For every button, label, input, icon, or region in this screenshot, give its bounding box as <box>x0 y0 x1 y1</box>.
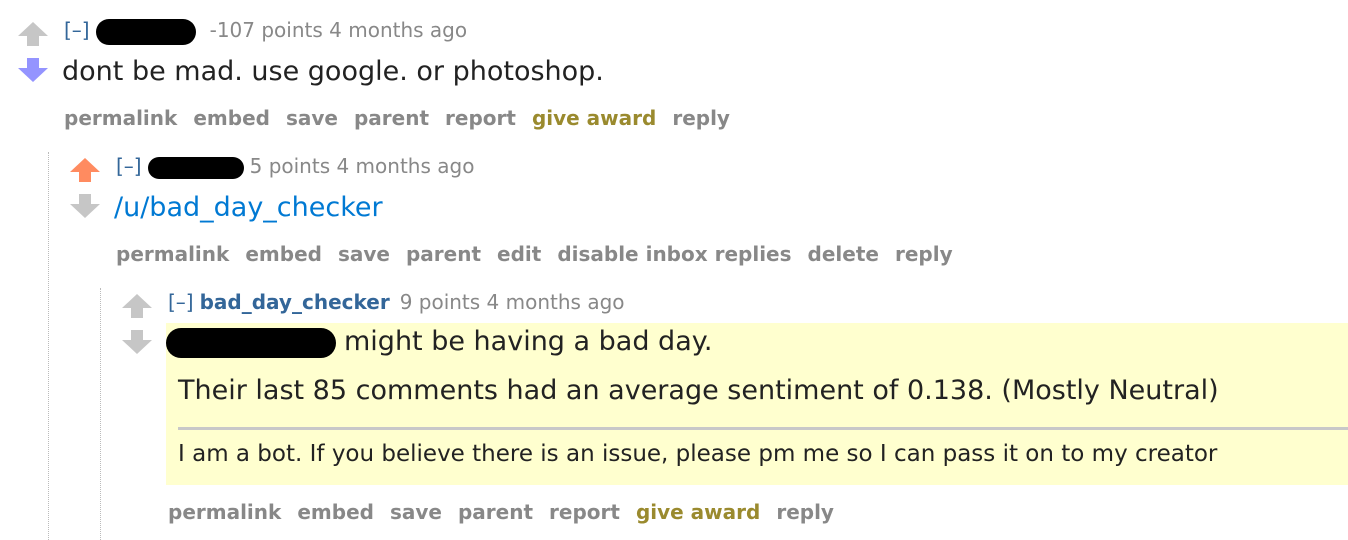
upvote-arrow-icon[interactable] <box>16 20 50 48</box>
parent-button[interactable]: parent <box>458 500 533 524</box>
upvote-arrow-icon[interactable] <box>120 292 154 320</box>
report-button[interactable]: report <box>549 500 620 524</box>
upvote-arrow-icon[interactable] <box>68 156 102 184</box>
save-button[interactable]: save <box>286 106 338 130</box>
delete-button[interactable]: delete <box>808 242 879 266</box>
divider <box>178 427 1348 430</box>
score-and-time: -107 points 4 months ago <box>209 18 468 42</box>
collapse-toggle[interactable]: [–] <box>64 18 90 42</box>
permalink-button[interactable]: permalink <box>116 242 229 266</box>
comment-buttons: permalink embed save parent report give award… <box>168 500 850 524</box>
thread-line-level-2 <box>100 288 101 540</box>
comment-body: dont be mad. use google. or photoshop. <box>62 56 604 87</box>
give-award-button[interactable]: give award <box>636 500 760 524</box>
comment-buttons: permalink embed save parent report give award… <box>64 106 746 130</box>
comment-tagline: [–] -107 points 4 months ago <box>64 18 467 45</box>
embed-button[interactable]: embed <box>193 106 270 130</box>
bad-day-text: might be having a bad day. <box>344 326 713 357</box>
disable-inbox-replies-button[interactable]: disable inbox replies <box>557 242 791 266</box>
permalink-button[interactable]: permalink <box>64 106 177 130</box>
bot-comment-body: might be having a bad day. Their last 85… <box>166 323 1348 485</box>
score-and-time: 9 points 4 months ago <box>399 290 625 314</box>
collapse-toggle[interactable]: [–] <box>116 154 142 178</box>
downvote-arrow-icon[interactable] <box>68 192 102 220</box>
comment-buttons: permalink embed save parent edit disable inbo… <box>116 242 969 266</box>
sentiment-text: Their last 85 comments had an average se… <box>178 375 1219 406</box>
save-button[interactable]: save <box>338 242 390 266</box>
thread-line-level-1 <box>48 152 49 540</box>
edit-button[interactable]: edit <box>497 242 541 266</box>
bot-disclaimer: I am a bot. If you believe there is an i… <box>178 441 1218 467</box>
redacted-username <box>95 18 196 45</box>
permalink-button[interactable]: permalink <box>168 500 281 524</box>
downvote-arrow-icon[interactable] <box>16 56 50 84</box>
save-button[interactable]: save <box>390 500 442 524</box>
comment-tagline: [–] 5 points 4 months ago <box>116 154 474 179</box>
report-button[interactable]: report <box>445 106 516 130</box>
reply-button[interactable]: reply <box>672 106 730 130</box>
author-link[interactable]: bad_day_checker <box>200 290 390 314</box>
embed-button[interactable]: embed <box>245 242 322 266</box>
redacted-username <box>147 156 244 179</box>
give-award-button[interactable]: give award <box>532 106 656 130</box>
downvote-arrow-icon[interactable] <box>120 328 154 356</box>
parent-button[interactable]: parent <box>354 106 429 130</box>
user-mention-link[interactable]: /u/bad_day_checker <box>114 192 383 223</box>
parent-button[interactable]: parent <box>406 242 481 266</box>
bot-line-mention: might be having a bad day. <box>166 326 712 358</box>
comment-tagline: [–] bad_day_checker 9 points 4 months ago <box>168 290 625 314</box>
embed-button[interactable]: embed <box>297 500 374 524</box>
redacted-username <box>166 327 336 358</box>
collapse-toggle[interactable]: [–] <box>168 290 194 314</box>
reply-button[interactable]: reply <box>895 242 953 266</box>
score-and-time: 5 points 4 months ago <box>249 154 475 178</box>
reply-button[interactable]: reply <box>776 500 834 524</box>
